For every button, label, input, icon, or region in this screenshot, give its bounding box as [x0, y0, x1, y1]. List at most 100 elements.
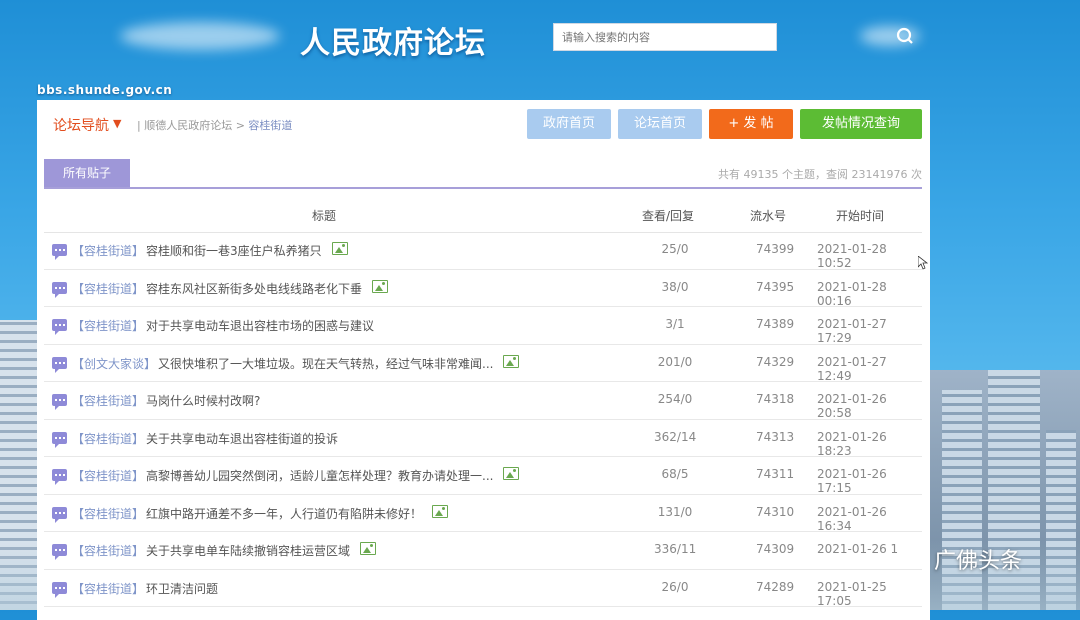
post-title[interactable]: 关于共享电单车陆续撤销容桂运营区域	[146, 542, 350, 559]
post-category[interactable]: 【容桂街道】	[72, 392, 144, 409]
message-icon	[52, 544, 67, 560]
forum-panel: 论坛导航 ▼ | 顺德人民政府论坛 > 容桂街道 政府首页 论坛首页 + 发 帖…	[37, 100, 930, 620]
post-time: 2021-01-25 17:05	[817, 579, 887, 608]
table-row[interactable]: 【容桂街道】 关于共享电动车退出容桂街道的投诉 362/14 74313 202…	[44, 420, 922, 458]
column-header-serial: 流水号	[750, 209, 787, 223]
message-icon	[52, 506, 67, 523]
post-time: 2021-01-27 12:49	[817, 354, 887, 383]
post-time: 2021-01-26 1	[817, 542, 899, 556]
table-row[interactable]: 【创文大家谈】 又很快堆积了一大堆垃圾。现在天气转热，经过气味非常难闻... 2…	[44, 345, 922, 383]
message-icon	[52, 281, 67, 298]
post-views: 26/0	[661, 579, 689, 594]
post-serial: 74311	[756, 467, 795, 481]
post-serial: 74289	[756, 579, 795, 594]
search-input[interactable]	[553, 23, 777, 51]
mouse-cursor-icon	[918, 256, 928, 270]
table-row[interactable]: 【容桂街道】 马岗什么时候村改啊? 254/0 74318 2021-01-26…	[44, 382, 922, 420]
topic-stats: 共有 49135 个主题，查阅 23141976 次	[718, 168, 922, 181]
table-row[interactable]: 【容桂街道】 红旗中路开通差不多一年，人行道仍有陷阱未修好！ 131/0 743…	[44, 495, 922, 533]
site-url: bbs.shunde.gov.cn	[37, 83, 173, 97]
image-icon	[372, 279, 388, 293]
tab-all-posts[interactable]: 所有贴子	[44, 159, 130, 187]
table-row[interactable]: 【容桂街道】 容桂东风社区新街多处电线线路老化下垂 38/0 74395 202…	[44, 270, 922, 308]
post-views: 38/0	[661, 279, 689, 294]
post-category[interactable]: 【容桂街道】	[72, 467, 144, 484]
post-category[interactable]: 【容桂街道】	[72, 430, 144, 447]
post-title[interactable]: 红旗中路开通差不多一年，人行道仍有陷阱未修好！	[146, 505, 422, 522]
post-serial: 74399	[756, 242, 795, 256]
table-row[interactable]: 【容桂街道】 容桂顺和街一巷3座住户私养猪只 25/0 74399 2021-0…	[44, 232, 922, 270]
message-icon	[52, 244, 67, 260]
post-category[interactable]: 【容桂街道】	[72, 242, 144, 259]
post-title[interactable]: 容桂东风社区新街多处电线线路老化下垂	[146, 280, 362, 297]
post-time: 2021-01-28 10:52	[817, 242, 887, 270]
post-time: 2021-01-26 17:15	[817, 467, 887, 495]
post-time: 2021-01-26 18:23	[817, 429, 887, 458]
breadcrumb-separator: >	[235, 119, 245, 132]
post-status-query-button[interactable]: 发帖情况查询	[800, 109, 922, 139]
post-serial: 74310	[756, 504, 795, 519]
column-header-views: 查看/回复	[642, 209, 695, 223]
column-header-time: 开始时间	[836, 209, 885, 223]
post-serial: 74313	[756, 429, 795, 444]
post-time: 2021-01-28 00:16	[817, 279, 887, 308]
gov-home-button[interactable]: 政府首页	[527, 109, 611, 139]
post-title[interactable]: 容桂顺和街一巷3座住户私养猪只	[146, 242, 322, 259]
post-category[interactable]: 【容桂街道】	[72, 542, 144, 559]
table-header: 标题 查看/回复 流水号 开始时间	[44, 198, 922, 233]
message-icon	[52, 356, 67, 373]
table-row[interactable]: 【容桂街道】 对于共享电动车退出容桂市场的困惑与建议 3/1 74389 202…	[44, 307, 922, 345]
message-icon	[52, 469, 67, 485]
post-time: 2021-01-27 17:29	[817, 317, 887, 345]
message-icon	[52, 431, 67, 448]
post-views: 362/14	[654, 429, 697, 444]
new-post-button[interactable]: + 发 帖	[709, 109, 793, 139]
post-title[interactable]: 对于共享电动车退出容桂市场的困惑与建议	[146, 317, 374, 334]
post-views: 25/0	[661, 242, 689, 256]
tab-row: 所有贴子 共有 49135 个主题，查阅 23141976 次	[44, 159, 922, 189]
caret-down-icon[interactable]: ▼	[113, 117, 121, 130]
post-title[interactable]: 环卫清洁问题	[146, 580, 218, 597]
post-title[interactable]: 马岗什么时候村改啊?	[146, 392, 260, 409]
post-views: 3/1	[665, 317, 685, 331]
post-serial: 74309	[756, 542, 795, 556]
post-title[interactable]: 关于共享电动车退出容桂街道的投诉	[146, 430, 338, 447]
post-serial: 74395	[756, 279, 795, 294]
image-icon	[360, 542, 376, 555]
background-cloud	[120, 22, 280, 50]
wechat-icon	[899, 547, 927, 569]
search-icon[interactable]	[896, 27, 914, 45]
post-serial: 74318	[756, 392, 795, 406]
forum-home-button[interactable]: 论坛首页	[618, 109, 702, 139]
post-serial: 74389	[756, 317, 795, 331]
post-title[interactable]: 又很快堆积了一大堆垃圾。现在天气转热，经过气味非常难闻...	[158, 355, 493, 372]
nav-bar: 论坛导航 ▼ | 顺德人民政府论坛 > 容桂街道 政府首页 论坛首页 + 发 帖…	[37, 100, 930, 148]
column-header-title: 标题	[312, 209, 337, 223]
table-row[interactable]: 【容桂街道】 环卫清洁问题 26/0 74289 2021-01-25 17:0…	[44, 570, 922, 608]
post-time: 2021-01-26 16:34	[817, 504, 887, 533]
post-category[interactable]: 【容桂街道】	[72, 580, 144, 597]
post-category[interactable]: 【容桂街道】	[72, 505, 144, 522]
message-icon	[52, 394, 67, 410]
breadcrumb-root[interactable]: 顺德人民政府论坛	[144, 119, 232, 132]
message-icon	[52, 319, 67, 335]
breadcrumb: | 顺德人民政府论坛 > 容桂街道	[137, 119, 293, 132]
post-time: 2021-01-26 20:58	[817, 392, 887, 420]
table-row[interactable]: 【容桂街道】 关于共享电单车陆续撤销容桂运营区域 336/11 74309 20…	[44, 532, 922, 570]
table-row[interactable]: 【容桂街道】 高黎博善幼儿园突然倒闭，适龄儿童怎样处理？教育办请处理一... 6…	[44, 457, 922, 495]
post-serial: 74329	[756, 354, 795, 369]
post-views: 254/0	[657, 392, 693, 406]
image-icon	[503, 354, 519, 368]
image-icon	[332, 242, 348, 255]
image-icon	[503, 467, 519, 480]
post-category[interactable]: 【容桂街道】	[72, 280, 144, 297]
forum-nav-label[interactable]: 论坛导航	[53, 115, 109, 135]
breadcrumb-current[interactable]: 容桂街道	[248, 119, 292, 132]
post-category[interactable]: 【容桂街道】	[72, 317, 144, 334]
post-category[interactable]: 【创文大家谈】	[72, 355, 156, 372]
post-list: 【容桂街道】 容桂顺和街一巷3座住户私养猪只 25/0 74399 2021-0…	[44, 232, 922, 608]
site-title: 人民政府论坛	[300, 26, 486, 61]
post-views: 68/5	[661, 467, 689, 481]
image-icon	[432, 504, 448, 518]
post-title[interactable]: 高黎博善幼儿园突然倒闭，适龄儿童怎样处理？教育办请处理一...	[146, 467, 493, 484]
